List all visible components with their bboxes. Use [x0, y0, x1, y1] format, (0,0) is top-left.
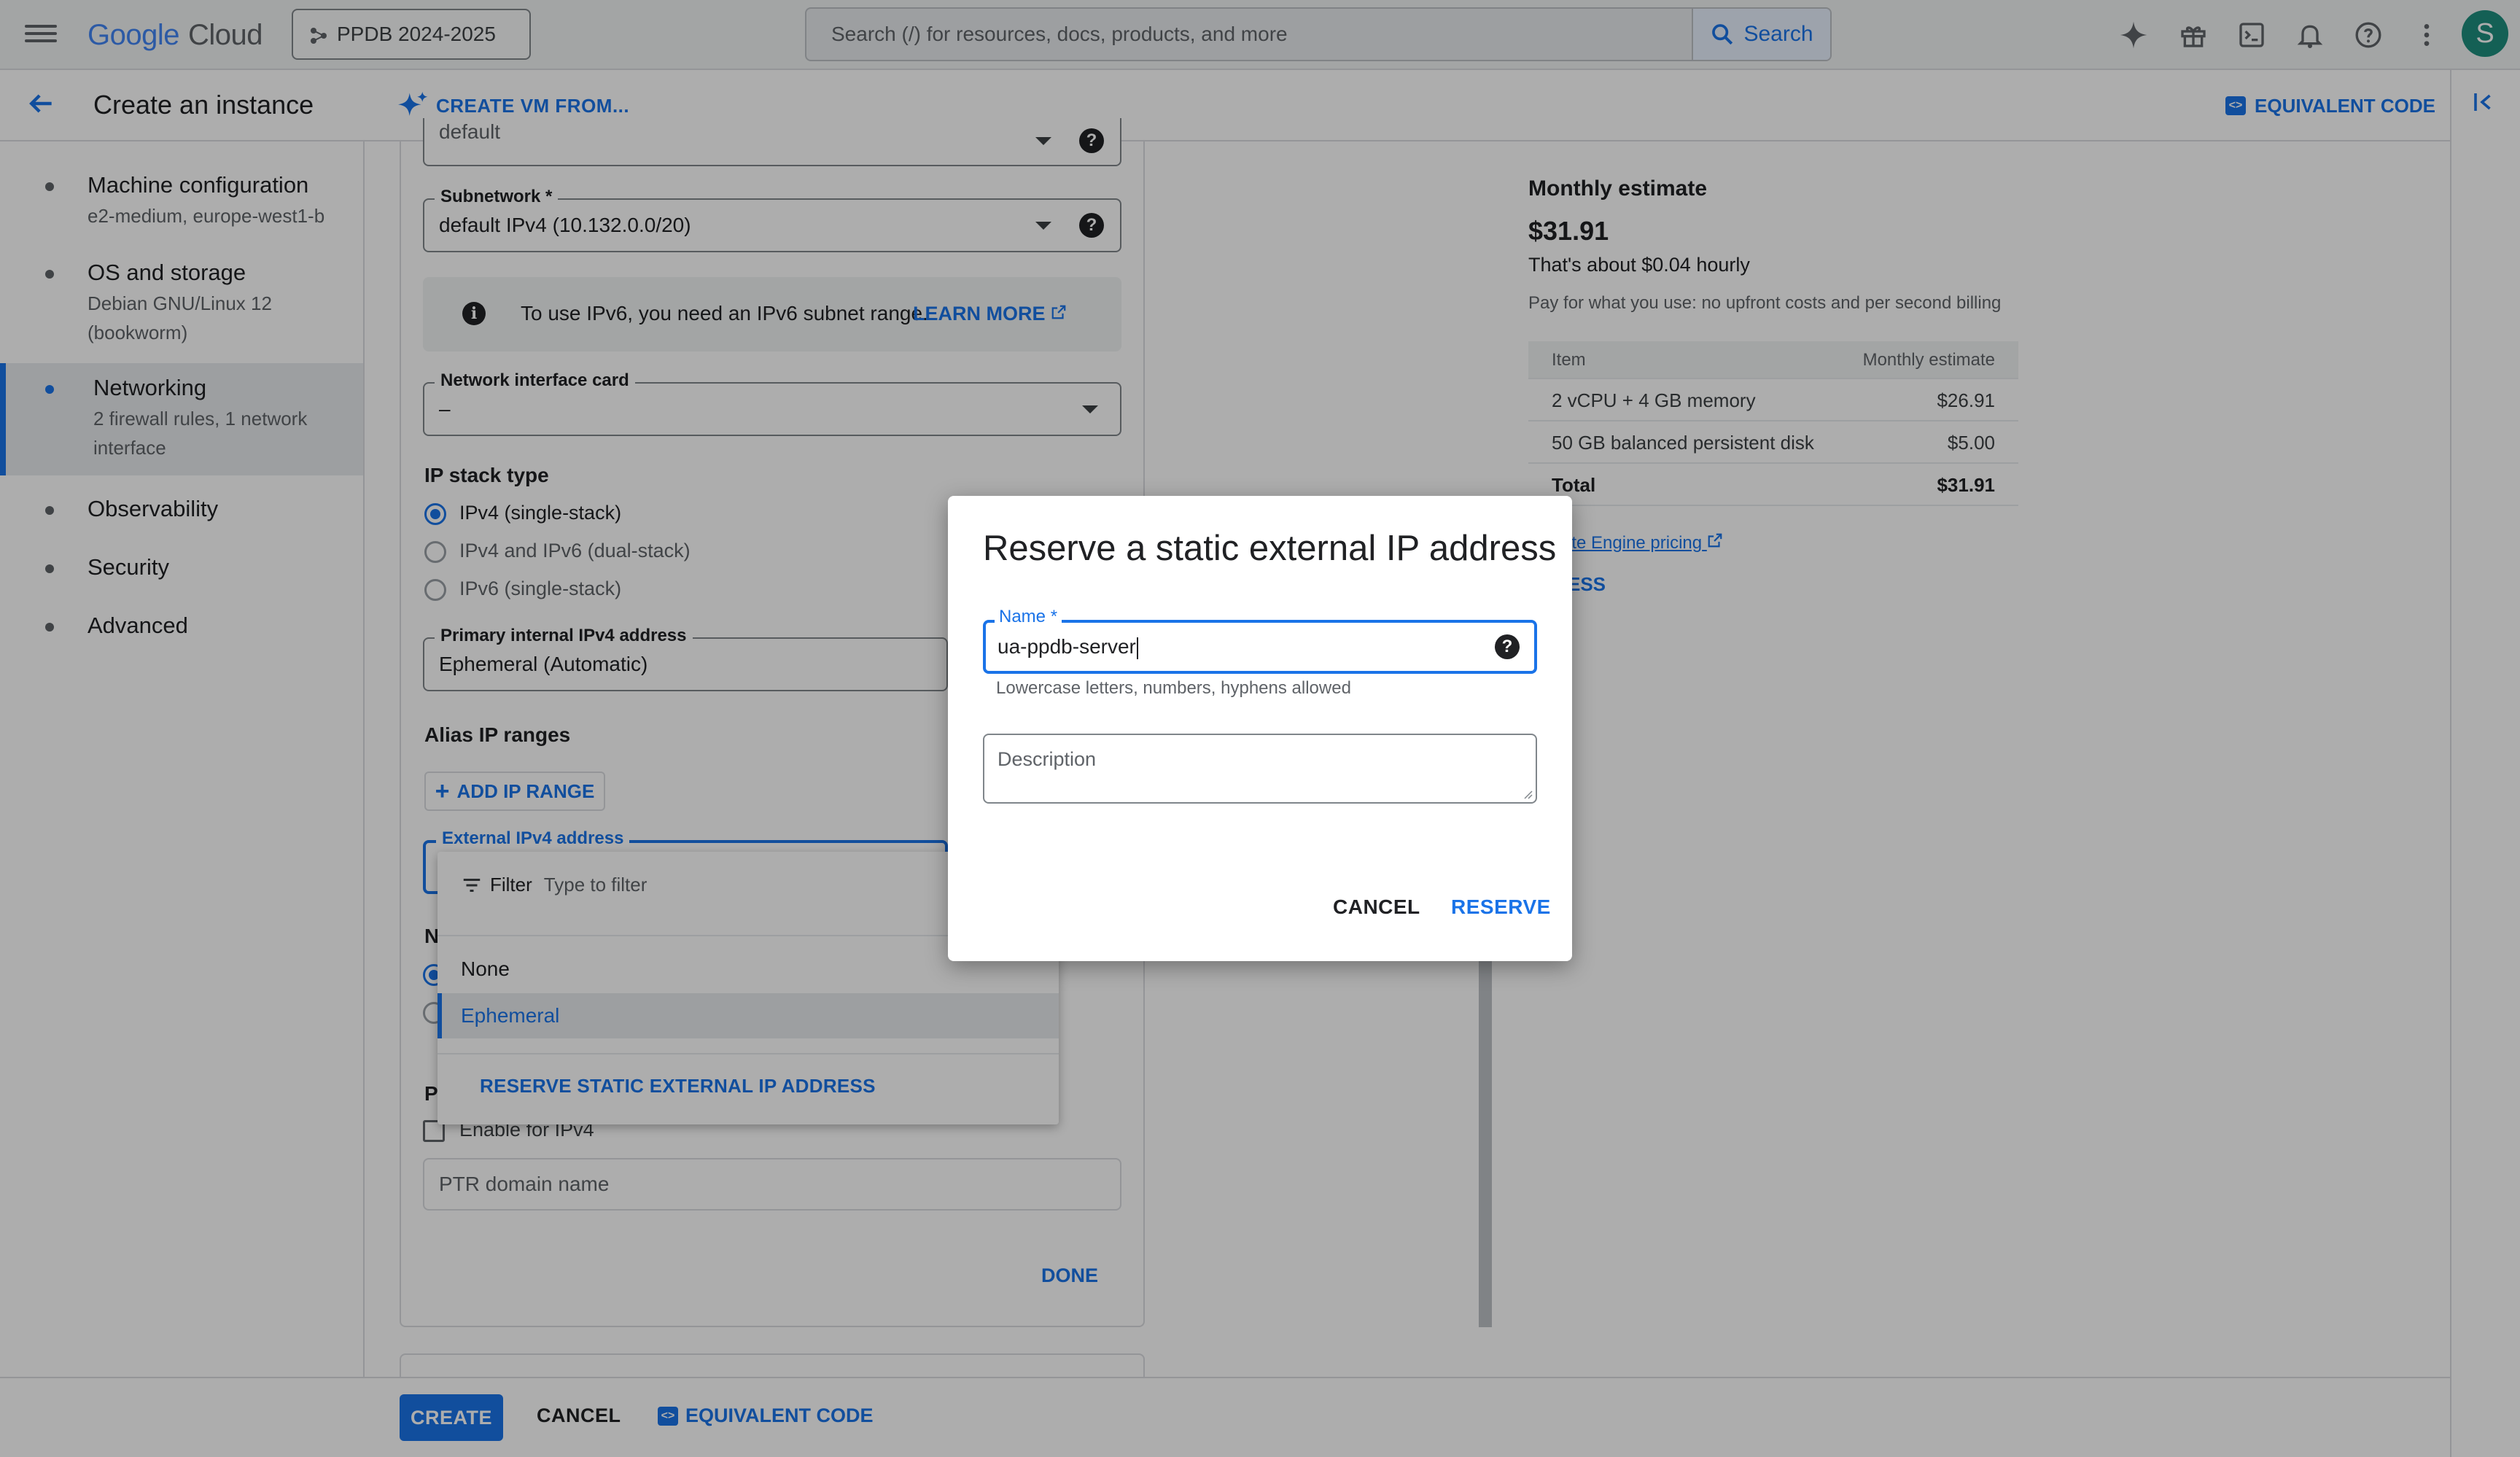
help-icon[interactable]: ? — [1495, 634, 1520, 659]
resize-handle-icon[interactable] — [1521, 788, 1533, 799]
name-hint: Lowercase letters, numbers, hyphens allo… — [996, 678, 1351, 698]
dialog-title: Reserve a static external IP address — [983, 529, 1557, 568]
dialog-cancel-button[interactable]: CANCEL — [1333, 895, 1420, 919]
text-cursor — [1136, 637, 1138, 659]
name-text: ua-ppdb-server — [998, 635, 1136, 658]
description-placeholder: Description — [998, 748, 1097, 770]
name-input[interactable]: Name * ua-ppdb-server ? — [983, 607, 1537, 674]
name-value: ua-ppdb-server — [998, 623, 1138, 671]
reserve-ip-dialog: Reserve a static external IP address Nam… — [948, 496, 1572, 961]
dialog-reserve-button[interactable]: RESERVE — [1451, 895, 1551, 919]
description-input[interactable]: Description — [983, 734, 1537, 804]
